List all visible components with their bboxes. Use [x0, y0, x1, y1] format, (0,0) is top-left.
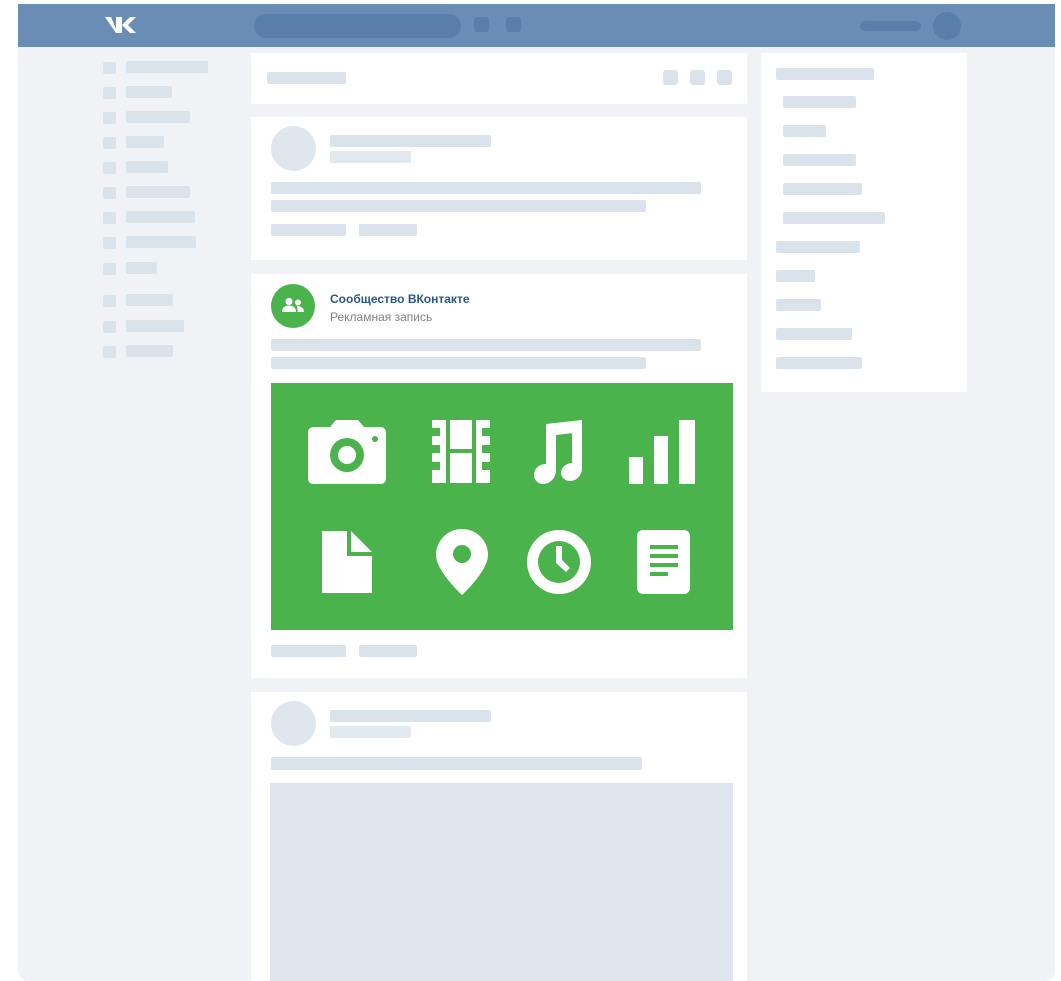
feed-title-placeholder — [267, 72, 346, 84]
page-frame: Сообщество ВКонтакте Рекламная запись — [18, 4, 1055, 981]
film-icon — [432, 420, 490, 483]
nav-item-label-placeholder[interactable] — [126, 111, 190, 123]
nav-item-label-placeholder[interactable] — [126, 136, 164, 148]
nav-item-icon — [103, 237, 116, 249]
ad-post: Сообщество ВКонтакте Рекламная запись — [251, 274, 747, 678]
feed-post — [251, 692, 747, 981]
feed-action-icon[interactable] — [690, 70, 705, 85]
sidebar-item-placeholder[interactable] — [783, 212, 885, 224]
ad-media-image[interactable] — [271, 383, 733, 630]
community-avatar[interactable] — [271, 284, 315, 328]
sidebar-item-placeholder[interactable] — [783, 183, 862, 195]
sidebar-item-placeholder[interactable] — [783, 125, 826, 137]
nav-item-label-placeholder[interactable] — [126, 186, 190, 198]
sidebar-item-placeholder[interactable] — [776, 270, 815, 282]
nav-item-icon — [103, 346, 116, 358]
feed-action-icon[interactable] — [717, 70, 732, 85]
camera-icon — [308, 420, 386, 484]
post-author-avatar[interactable] — [271, 701, 316, 746]
nav-item-icon — [103, 212, 116, 224]
profile-avatar[interactable] — [933, 12, 961, 40]
community-name-link[interactable]: Сообщество ВКонтакте — [330, 292, 470, 306]
sidebar-item-placeholder[interactable] — [776, 241, 860, 253]
music-note-icon — [534, 420, 582, 484]
sidebar-item-placeholder[interactable] — [776, 299, 821, 311]
feed-header — [251, 53, 747, 104]
post-action-placeholder[interactable] — [359, 645, 417, 657]
post-author-avatar[interactable] — [271, 126, 316, 171]
vk-logo-icon[interactable] — [104, 15, 136, 35]
bar-chart-icon — [629, 420, 695, 484]
post-text-line-placeholder — [271, 757, 642, 770]
post-date-placeholder — [330, 151, 411, 163]
article-icon — [637, 530, 690, 594]
music-player-icon[interactable] — [506, 17, 521, 32]
document-icon — [322, 531, 372, 593]
post-text-line-placeholder — [271, 182, 701, 194]
nav-item-label-placeholder[interactable] — [126, 294, 173, 306]
post-action-placeholder[interactable] — [359, 224, 417, 236]
sidebar-item-placeholder[interactable] — [776, 68, 874, 80]
nav-item-icon — [103, 62, 116, 74]
nav-item-label-placeholder[interactable] — [126, 262, 157, 274]
nav-item-label-placeholder[interactable] — [126, 61, 208, 73]
nav-item-icon — [103, 187, 116, 199]
clock-icon — [527, 530, 591, 594]
nav-item-label-placeholder[interactable] — [126, 86, 172, 98]
post-action-placeholder[interactable] — [271, 645, 346, 657]
nav-item-label-placeholder[interactable] — [126, 236, 196, 248]
feed-action-icon[interactable] — [663, 70, 678, 85]
post-text-line-placeholder — [271, 357, 646, 369]
post-date-placeholder — [330, 726, 411, 738]
nav-item-icon — [103, 162, 116, 174]
feed-post — [251, 117, 747, 260]
post-action-placeholder[interactable] — [271, 224, 346, 236]
nav-item-icon — [103, 137, 116, 149]
nav-item-label-placeholder[interactable] — [126, 320, 184, 332]
search-input[interactable] — [254, 14, 461, 38]
nav-item-icon — [103, 263, 116, 275]
nav-item-icon — [103, 295, 116, 307]
community-users-icon — [282, 297, 304, 312]
profile-name-placeholder[interactable] — [860, 21, 921, 31]
nav-item-icon — [103, 321, 116, 333]
nav-item-label-placeholder[interactable] — [126, 211, 195, 223]
post-text-line-placeholder — [271, 339, 701, 351]
notifications-icon[interactable] — [474, 17, 489, 32]
nav-item-label-placeholder[interactable] — [126, 345, 173, 357]
post-author-name-placeholder[interactable] — [330, 135, 491, 147]
nav-item-icon — [103, 112, 116, 124]
sidebar-item-placeholder[interactable] — [783, 96, 856, 108]
ad-label: Рекламная запись — [330, 310, 433, 324]
post-author-name-placeholder[interactable] — [330, 710, 491, 722]
post-text-line-placeholder — [271, 200, 646, 212]
nav-item-icon — [103, 87, 116, 99]
post-media-placeholder[interactable] — [270, 783, 733, 981]
location-pin-icon — [436, 529, 488, 595]
top-bar — [18, 4, 1055, 47]
sidebar-item-placeholder[interactable] — [776, 357, 862, 369]
right-sidebar — [761, 53, 967, 392]
sidebar-item-placeholder[interactable] — [776, 328, 852, 340]
nav-item-label-placeholder[interactable] — [126, 161, 168, 173]
sidebar-item-placeholder[interactable] — [783, 154, 856, 166]
